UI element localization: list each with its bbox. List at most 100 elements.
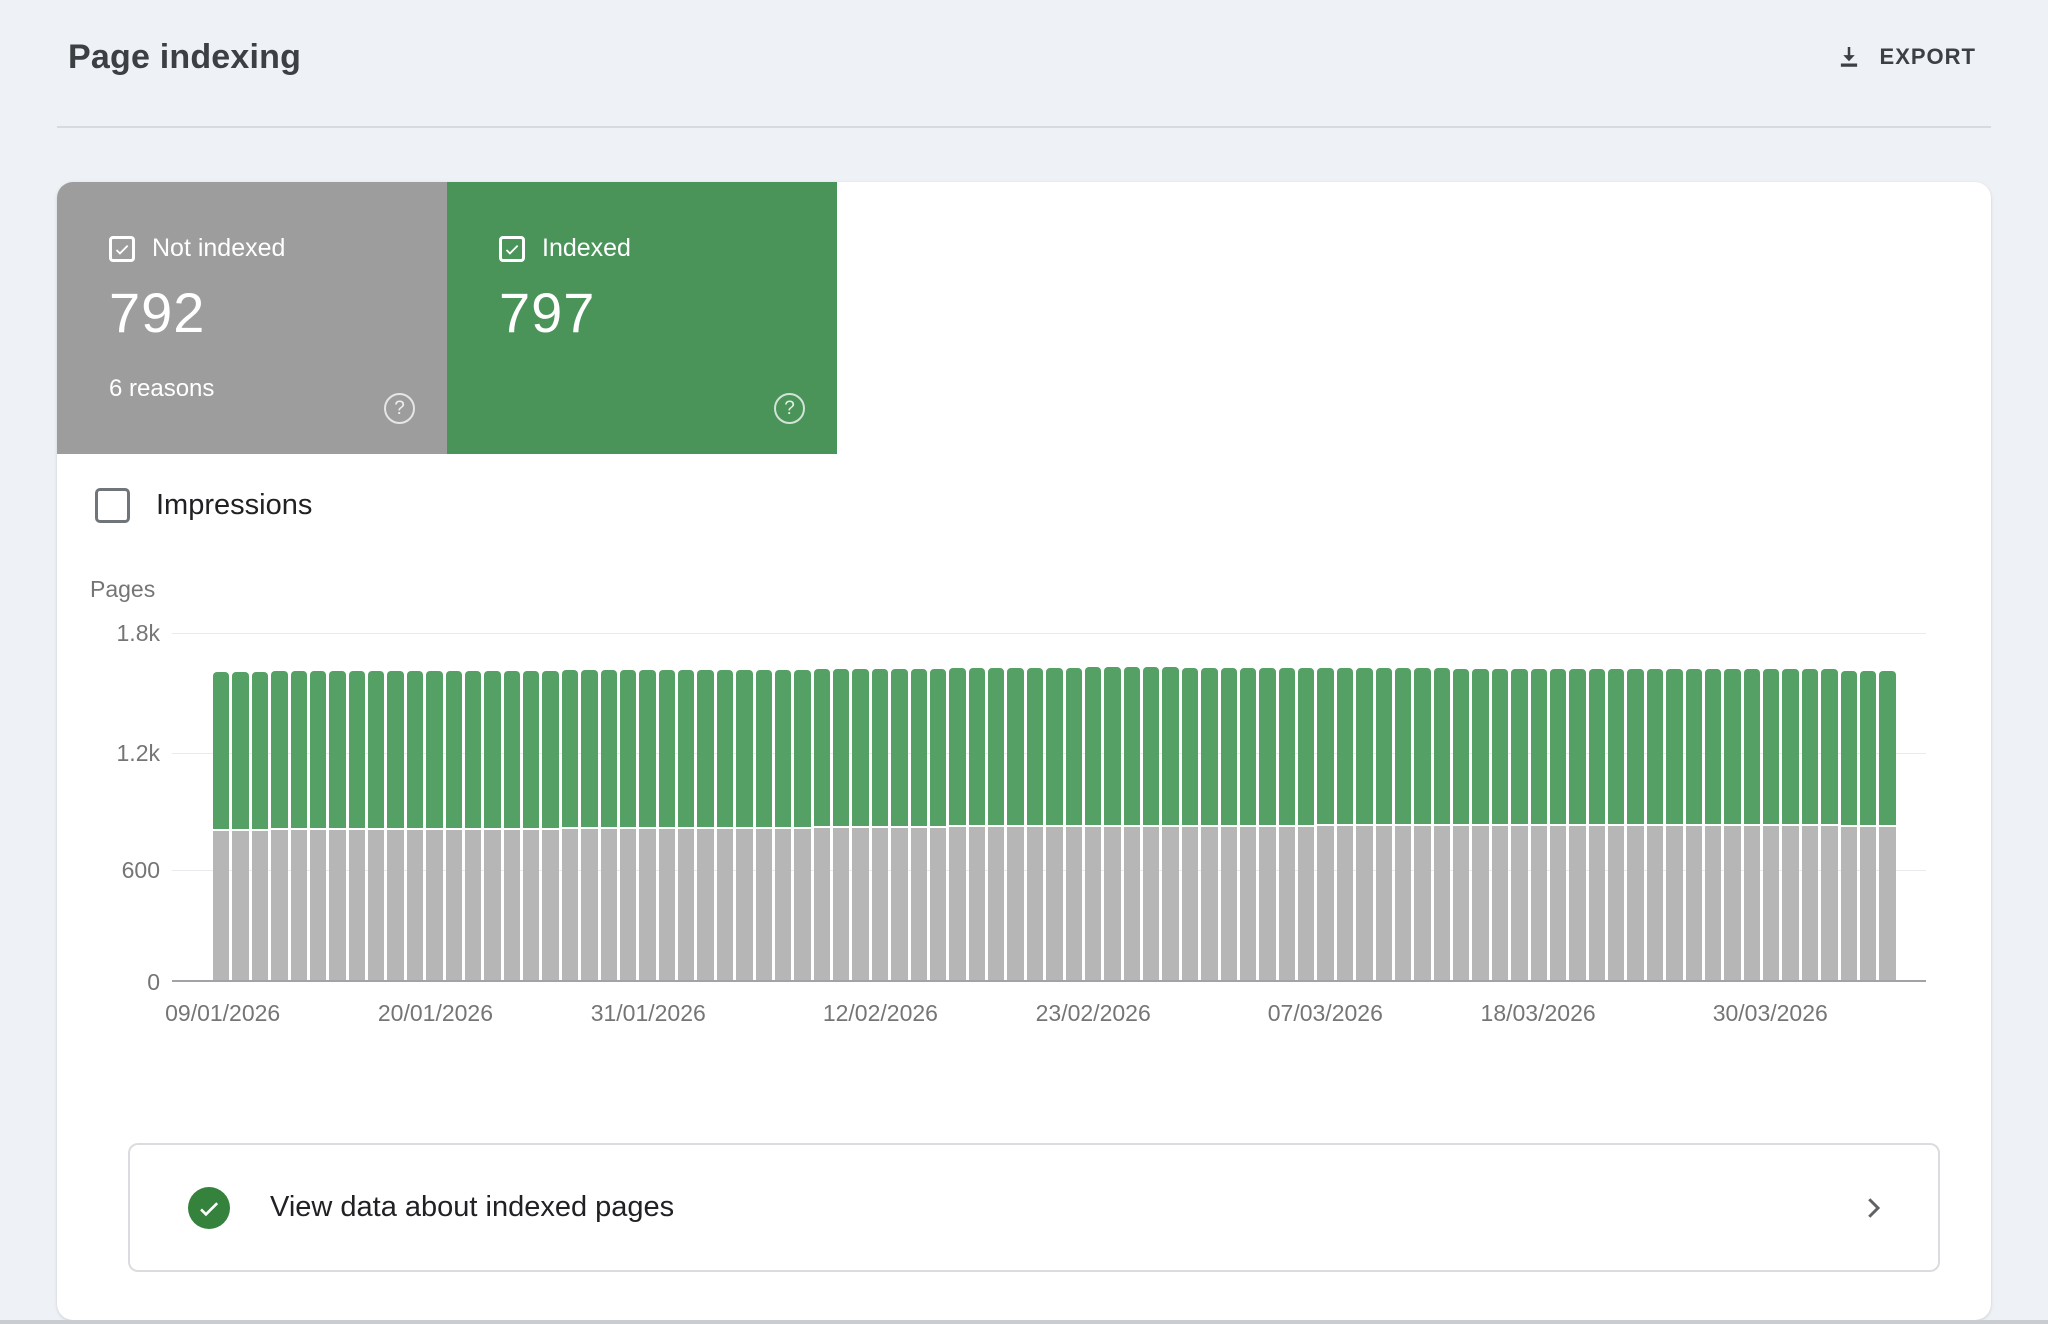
stacked-bar[interactable] [1627, 633, 1643, 980]
stacked-bar[interactable] [349, 633, 365, 980]
stacked-bar[interactable] [329, 633, 345, 980]
stacked-bar[interactable] [1356, 633, 1372, 980]
unchecked-checkbox-icon[interactable] [95, 488, 130, 523]
stacked-bar[interactable] [542, 633, 558, 980]
stacked-bar[interactable] [988, 633, 1004, 980]
stacked-bar[interactable] [1666, 633, 1682, 980]
stacked-bar[interactable] [232, 633, 248, 980]
stacked-bar[interactable] [659, 633, 675, 980]
stacked-bar[interactable] [426, 633, 442, 980]
stacked-bar[interactable] [213, 633, 229, 980]
stacked-bar[interactable] [1434, 633, 1450, 980]
indexed-toggle[interactable]: Indexed [499, 234, 631, 263]
stacked-bar[interactable] [833, 633, 849, 980]
stacked-bar[interactable] [852, 633, 868, 980]
stacked-bar[interactable] [1298, 633, 1314, 980]
stacked-bar[interactable] [639, 633, 655, 980]
not-indexed-toggle[interactable]: Not indexed [109, 234, 285, 263]
stacked-bar[interactable] [1744, 633, 1760, 980]
stacked-bar[interactable] [1395, 633, 1411, 980]
stacked-bar[interactable] [291, 633, 307, 980]
stacked-bar[interactable] [736, 633, 752, 980]
impressions-toggle[interactable]: Impressions [95, 488, 312, 523]
stacked-bar[interactable] [601, 633, 617, 980]
export-button[interactable]: EXPORT [1828, 34, 1982, 80]
stacked-bar[interactable] [1259, 633, 1275, 980]
stacked-bar[interactable] [756, 633, 772, 980]
stacked-bar[interactable] [446, 633, 462, 980]
help-icon[interactable]: ? [774, 393, 805, 424]
stacked-bar[interactable] [1221, 633, 1237, 980]
stacked-bar[interactable] [1608, 633, 1624, 980]
view-data-link[interactable]: View data about indexed pages [128, 1143, 1940, 1272]
stacked-bar[interactable] [930, 633, 946, 980]
checked-checkbox-icon[interactable] [499, 236, 525, 262]
stacked-bar[interactable] [1686, 633, 1702, 980]
stacked-bar[interactable] [1317, 633, 1333, 980]
stacked-bar[interactable] [252, 633, 268, 980]
stacked-bar[interactable] [1763, 633, 1779, 980]
stacked-bar[interactable] [387, 633, 403, 980]
stacked-bar[interactable] [1724, 633, 1740, 980]
stacked-bar[interactable] [1802, 633, 1818, 980]
stacked-bar[interactable] [891, 633, 907, 980]
stacked-bar[interactable] [271, 633, 287, 980]
stacked-bar[interactable] [1240, 633, 1256, 980]
stacked-bar[interactable] [581, 633, 597, 980]
stacked-bar[interactable] [484, 633, 500, 980]
help-icon[interactable]: ? [384, 393, 415, 424]
stacked-bar[interactable] [1124, 633, 1140, 980]
stacked-bar[interactable] [775, 633, 791, 980]
stacked-bar[interactable] [562, 633, 578, 980]
stacked-bar[interactable] [1376, 633, 1392, 980]
stacked-bar[interactable] [1182, 633, 1198, 980]
stacked-bar[interactable] [1511, 633, 1527, 980]
chevron-right-icon[interactable] [1858, 1193, 1888, 1223]
stacked-bar[interactable] [620, 633, 636, 980]
stacked-bar[interactable] [1821, 633, 1837, 980]
stacked-bar[interactable] [1027, 633, 1043, 980]
stacked-bar[interactable] [1104, 633, 1120, 980]
stacked-bar[interactable] [717, 633, 733, 980]
stacked-bar[interactable] [504, 633, 520, 980]
stat-box-not-indexed[interactable]: Not indexed 792 6 reasons ? [57, 182, 447, 454]
stacked-bar[interactable] [872, 633, 888, 980]
stacked-bar[interactable] [1782, 633, 1798, 980]
stacked-bar[interactable] [1337, 633, 1353, 980]
stacked-bar[interactable] [1569, 633, 1585, 980]
stacked-bar[interactable] [1007, 633, 1023, 980]
stacked-bar[interactable] [1453, 633, 1469, 980]
stacked-bar[interactable] [310, 633, 326, 980]
stacked-bar[interactable] [814, 633, 830, 980]
stacked-bar[interactable] [1279, 633, 1295, 980]
stacked-bar[interactable] [697, 633, 713, 980]
stacked-bar[interactable] [1705, 633, 1721, 980]
stacked-bar[interactable] [1472, 633, 1488, 980]
stacked-bar[interactable] [1860, 633, 1876, 980]
stat-box-indexed[interactable]: Indexed 797 ? [447, 182, 837, 454]
stacked-bar[interactable] [1589, 633, 1605, 980]
stacked-bar[interactable] [911, 633, 927, 980]
stacked-bar[interactable] [1647, 633, 1663, 980]
stacked-bar[interactable] [949, 633, 965, 980]
stacked-bar[interactable] [794, 633, 810, 980]
stacked-bar[interactable] [969, 633, 985, 980]
stacked-bar[interactable] [1085, 633, 1101, 980]
stacked-bar[interactable] [1066, 633, 1082, 980]
stacked-bar[interactable] [523, 633, 539, 980]
stacked-bar[interactable] [465, 633, 481, 980]
stacked-bar[interactable] [1162, 633, 1178, 980]
stacked-bar[interactable] [678, 633, 694, 980]
stacked-bar[interactable] [1531, 633, 1547, 980]
stacked-bar[interactable] [1550, 633, 1566, 980]
stacked-bar[interactable] [407, 633, 423, 980]
stacked-bar[interactable] [1841, 633, 1857, 980]
stacked-bar[interactable] [1414, 633, 1430, 980]
checked-checkbox-icon[interactable] [109, 236, 135, 262]
stacked-bar[interactable] [1143, 633, 1159, 980]
stacked-bar[interactable] [1492, 633, 1508, 980]
stacked-bar[interactable] [1201, 633, 1217, 980]
stacked-bar[interactable] [1046, 633, 1062, 980]
stacked-bar[interactable] [1879, 633, 1895, 980]
stacked-bar[interactable] [368, 633, 384, 980]
